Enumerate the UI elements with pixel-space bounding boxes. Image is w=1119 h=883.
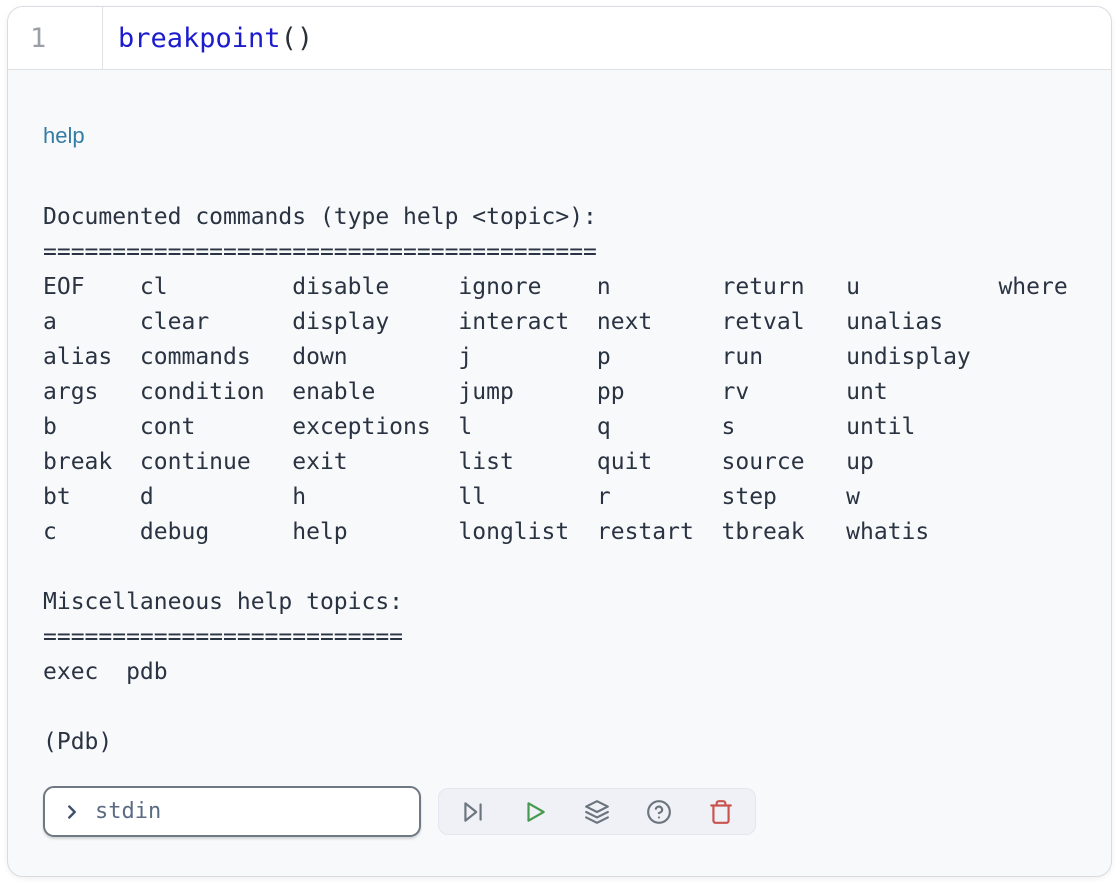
line-number-gutter: 1 — [8, 7, 103, 69]
layers-icon — [584, 799, 610, 825]
output-panel: help Documented commands (type help <top… — [8, 70, 1111, 786]
code-runner-widget: 1 breakpoint() help Documented commands … — [7, 6, 1112, 877]
skip-forward-icon — [460, 799, 486, 825]
help-button[interactable] — [645, 798, 673, 826]
run-button[interactable] — [521, 798, 549, 826]
trash-icon — [708, 799, 734, 825]
play-icon — [522, 799, 548, 825]
stack-button[interactable] — [583, 798, 611, 826]
help-circle-icon — [646, 799, 672, 825]
toolbar — [438, 788, 756, 835]
pdb-help-output: Documented commands (type help <topic>):… — [43, 200, 1076, 760]
stdin-input[interactable] — [93, 798, 407, 825]
step-next-button[interactable] — [459, 798, 487, 826]
footer-controls — [8, 786, 1111, 876]
line-number: 1 — [30, 23, 46, 54]
command-echo: help — [43, 122, 1076, 150]
chevron-right-icon — [61, 801, 83, 823]
stdin-input-container[interactable] — [43, 786, 421, 837]
code-token-function: breakpoint — [118, 23, 281, 54]
code-token-parens: () — [281, 23, 314, 54]
code-editor[interactable]: 1 breakpoint() — [8, 7, 1111, 70]
clear-button[interactable] — [707, 798, 735, 826]
code-line[interactable]: breakpoint() — [103, 7, 313, 69]
